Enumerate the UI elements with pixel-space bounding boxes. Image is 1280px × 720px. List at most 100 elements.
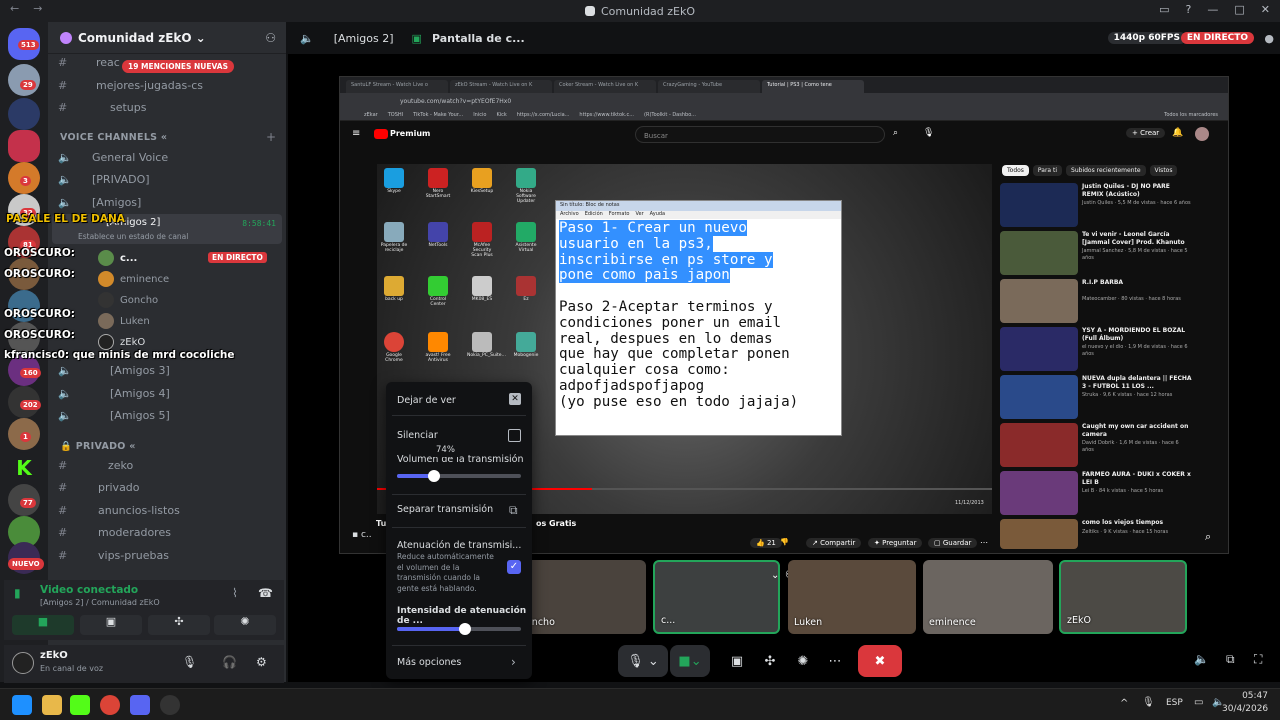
microphone-icon[interactable]: 🎙 [923, 128, 934, 138]
kick-server-icon[interactable]: K [8, 452, 40, 484]
ask-button[interactable]: ✦ Preguntar [868, 538, 923, 548]
popout-icon[interactable]: ⧉ [1226, 652, 1235, 667]
activities-button[interactable]: ✣ [148, 615, 210, 635]
chip-watched[interactable]: Vistos [1149, 165, 1178, 176]
chip-for-you[interactable]: Para ti [1032, 165, 1063, 176]
windows-start-icon[interactable] [12, 695, 32, 715]
recommendation[interactable]: R.I.P BARBA Mateocamber · 80 vistas · hac… [1000, 279, 1225, 323]
discord-taskbar-icon[interactable] [130, 695, 150, 715]
voice-user-streamer[interactable]: c... [98, 248, 137, 268]
search-icon[interactable]: ⌕ [893, 128, 898, 138]
create-button[interactable]: + Crear [1126, 128, 1166, 138]
separate-stream-item[interactable]: Separar transmisión [397, 504, 493, 515]
youtube-logo-icon[interactable] [374, 129, 388, 139]
close-icon[interactable]: ✕ [1261, 3, 1270, 16]
bell-icon[interactable]: 🔔 [1172, 128, 1183, 138]
recommendation[interactable]: YSY A - MORDIENDO EL BOZAL (Full Álbum) e… [1000, 327, 1225, 371]
private-category[interactable]: 🔒 PRIVADO « [60, 441, 136, 452]
voice-status-sub[interactable]: [Amigos 2] / Comunidad zEkO [40, 598, 160, 607]
channel-moderadores[interactable]: # moderadores [58, 522, 171, 542]
channel-privado[interactable]: # privado [58, 477, 140, 497]
browser-tab-active[interactable]: Tutorial | PS3 | Como tene [762, 80, 864, 93]
server-icon[interactable] [8, 98, 40, 130]
voice-privado[interactable]: 🔈 [PRIVADO] [58, 169, 150, 189]
channel-setups[interactable]: # setups [58, 97, 147, 117]
clock-time[interactable]: 05:47 [1230, 691, 1268, 701]
camera-button[interactable]: ■ [12, 615, 74, 635]
menu-icon[interactable]: ≡ [352, 128, 360, 139]
browser-tab[interactable]: SantuLF Stream - Watch Live o [346, 80, 448, 93]
server-header[interactable]: Comunidad zEkO ⌄ ⚇ [48, 22, 286, 54]
participant-tile[interactable]: eminence [923, 560, 1053, 634]
share-screen-button[interactable]: ▣ [722, 645, 752, 677]
chevron-down-icon[interactable]: ⌄ [771, 570, 778, 581]
headphones-icon[interactable]: 🎧 [222, 655, 237, 669]
slider-handle[interactable] [459, 623, 472, 635]
chrome-icon[interactable] [100, 695, 120, 715]
microphone-button[interactable]: 🎙 ⌄ [618, 645, 668, 677]
bookmark[interactable]: Kick [496, 112, 506, 118]
avatar[interactable] [12, 652, 34, 674]
server-icon-active[interactable] [8, 130, 40, 162]
recommendation[interactable]: NUEVA dupla delantera || FECHA 3 - FUTBO… [1000, 375, 1225, 419]
attenuation-slider[interactable] [397, 623, 521, 635]
save-button[interactable]: ▢ Guardar [928, 538, 978, 548]
volume-slider[interactable] [397, 470, 521, 482]
soundboard-button[interactable]: ✺ [788, 645, 818, 677]
maximize-icon[interactable]: □ [1234, 3, 1244, 16]
kick-app-icon[interactable] [70, 695, 90, 715]
chevron-up-icon[interactable]: ^ [1120, 698, 1128, 709]
search-input[interactable]: Buscar [635, 126, 885, 143]
channel-mejores-jugadas[interactable]: # mejores-jugadas-cs [58, 75, 203, 95]
microphone-tray-icon[interactable]: 🎙 [1142, 697, 1155, 708]
channel-reac[interactable]: # reac [58, 52, 120, 72]
bookmark[interactable]: TOSHI [388, 112, 403, 118]
stream-chat-label[interactable]: ▪ c.. [352, 530, 372, 540]
channel-vips[interactable]: # vips-pruebas [58, 545, 169, 565]
more-options-item[interactable]: Más opciones [397, 657, 461, 668]
chat-toggle-icon[interactable]: ● [1264, 32, 1274, 45]
zoom-icon[interactable]: ⌕ [1205, 530, 1211, 544]
attenuation-checkbox[interactable]: ✓ [507, 560, 521, 574]
recommendation[interactable]: Te vi venir - Leonel García [Jammal Cove… [1000, 231, 1225, 275]
forward-arrow-icon[interactable]: → [33, 2, 42, 15]
mute-checkbox[interactable] [508, 429, 521, 442]
voice-user[interactable]: eminence [98, 269, 169, 289]
voice-amigos5[interactable]: 🔈 [Amigos 5] [58, 405, 170, 425]
screen-share-button[interactable]: ▣ [80, 615, 142, 635]
disconnect-icon[interactable]: ☎ [258, 586, 273, 600]
more-button[interactable]: ⋯ [820, 645, 850, 677]
network-icon[interactable]: ▭ [1194, 697, 1203, 708]
settings-gear-icon[interactable]: ⚙ [256, 655, 267, 669]
bookmark[interactable]: https://www.tiktok.c... [579, 112, 634, 118]
like-button[interactable]: 👍 21 [750, 538, 782, 548]
camera-toggle-button[interactable]: ■⌄ [670, 645, 710, 677]
obs-icon[interactable] [160, 695, 180, 715]
microphone-icon[interactable]: 🎙 [182, 655, 197, 669]
voice-amigos[interactable]: 🔈 [Amigos] [58, 192, 141, 212]
bookmark[interactable]: Inicio [473, 112, 486, 118]
voice-amigos3[interactable]: 🔈 [Amigos 3] [58, 360, 170, 380]
stop-watching-item[interactable]: Dejar de ver [397, 395, 456, 406]
chip-all[interactable]: Todos [1002, 165, 1029, 176]
add-channel-icon[interactable]: + [266, 130, 276, 144]
recommendation[interactable]: Caught my own car accident on camera Davi… [1000, 423, 1225, 467]
recommendation[interactable]: como los viejos tiempos Zeltiks · 9 K vis… [1000, 519, 1225, 563]
attenuation-title[interactable]: Atenuación de transmisi... [397, 540, 521, 551]
voice-channels-category[interactable]: VOICE CHANNELS « [60, 132, 167, 143]
more-options-icon[interactable]: ⋯ [980, 538, 988, 547]
avatar[interactable] [1195, 127, 1209, 141]
slider-handle[interactable] [427, 470, 440, 482]
soundboard-button[interactable]: ✺ [214, 615, 276, 635]
channel-anuncios[interactable]: # anuncios-listos [58, 500, 180, 520]
address-bar[interactable]: youtube.com/watch?v=ptYEOfE7Hx0 [340, 93, 1228, 109]
language-indicator[interactable]: ESP [1166, 698, 1183, 708]
popout-icon[interactable]: ⧉ [509, 503, 518, 518]
chip-recent[interactable]: Subidos recientemente [1066, 165, 1146, 176]
browser-tab[interactable]: Coker Stream - Watch Live on K [554, 80, 656, 93]
voice-amigos4[interactable]: 🔈 [Amigos 4] [58, 383, 170, 403]
voice-user[interactable]: Luken [98, 311, 150, 331]
noise-suppression-icon[interactable]: ⌇ [232, 586, 238, 600]
help-icon[interactable]: ? [1186, 3, 1192, 16]
participant-tile[interactable]: Luken [788, 560, 916, 634]
